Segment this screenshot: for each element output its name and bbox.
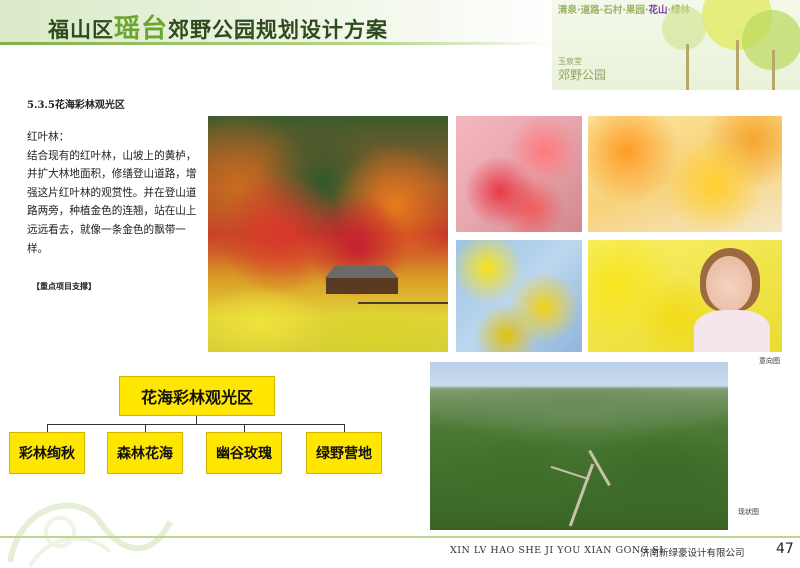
connector-drop [244, 424, 245, 432]
connector-drop [344, 424, 345, 432]
section-paragraph: 结合现有的红叶林，山坡上的黄栌，并扩大林地面积，修缮登山道路，增强这片红叶林的观… [27, 149, 197, 255]
tagline-highlight: 花山 [648, 5, 668, 16]
road-path [550, 465, 590, 481]
photo-child-in-flowers [588, 240, 782, 352]
photo-red-maple [456, 116, 582, 232]
footer-company-name: 济南新绿豪设计有限公司 [640, 548, 745, 559]
section-body: 红叶林： 结合现有的红叶林，山坡上的黄栌，并扩大林地面积，修缮登山道路，增强这片… [27, 128, 203, 258]
current-caption: 现状图 [738, 508, 759, 516]
title-prefix: 福山区 [48, 18, 114, 42]
tree-trunk [736, 40, 739, 90]
section-subtitle: 红叶林： [27, 131, 70, 143]
top-right-banner: 清泉·道路·石村·果园·花山·绿林 玉泉堂 郊野公园 [552, 0, 800, 90]
child-face [706, 256, 752, 312]
photo-yellow-maple [588, 116, 782, 232]
child-body [694, 310, 770, 352]
diagram-child-box: 绿野营地 [306, 432, 382, 474]
connector-vertical [196, 416, 197, 424]
tagline-part: 清泉·道路·石村·果园· [558, 5, 649, 16]
footer-company-pinyin: XIN LV HAO SHE JI YOU XIAN GONG SI [450, 545, 664, 556]
page-title: 福山区瑶台郊野公园规划设计方案 [48, 8, 388, 45]
intent-caption: 意向图 [759, 357, 780, 365]
footer-rule [0, 536, 800, 538]
tree-trunk [772, 50, 775, 90]
connector-drop [47, 424, 48, 432]
page-number: 47 [776, 541, 794, 557]
cabin-roof [324, 266, 399, 278]
banner-logo-big: 郊野公园 [558, 68, 607, 82]
title-emphasis: 瑶台 [114, 14, 169, 44]
photo-aerial-landscape [430, 362, 728, 530]
connector-drop [145, 424, 146, 432]
cabin-illustration [318, 266, 402, 294]
fence-line [358, 302, 448, 304]
cabin-wall [326, 278, 398, 294]
decorative-swirl [7, 502, 173, 568]
support-note: 【重点项目支撑】 [32, 282, 96, 291]
photo-red-leaf-forest [208, 116, 448, 352]
tree-illustration [662, 6, 706, 50]
title-suffix: 郊野公园规划设计方案 [168, 18, 389, 42]
tree-trunk [686, 44, 689, 90]
photo-forsythia [456, 240, 582, 352]
diagram-child-box: 幽谷玫瑰 [206, 432, 282, 474]
section-heading: 5.3.5花海彩林观光区 [27, 100, 125, 111]
tree-illustration [742, 10, 800, 70]
diagram-root-box: 花海彩林观光区 [119, 376, 275, 416]
connector-horizontal [47, 424, 345, 425]
